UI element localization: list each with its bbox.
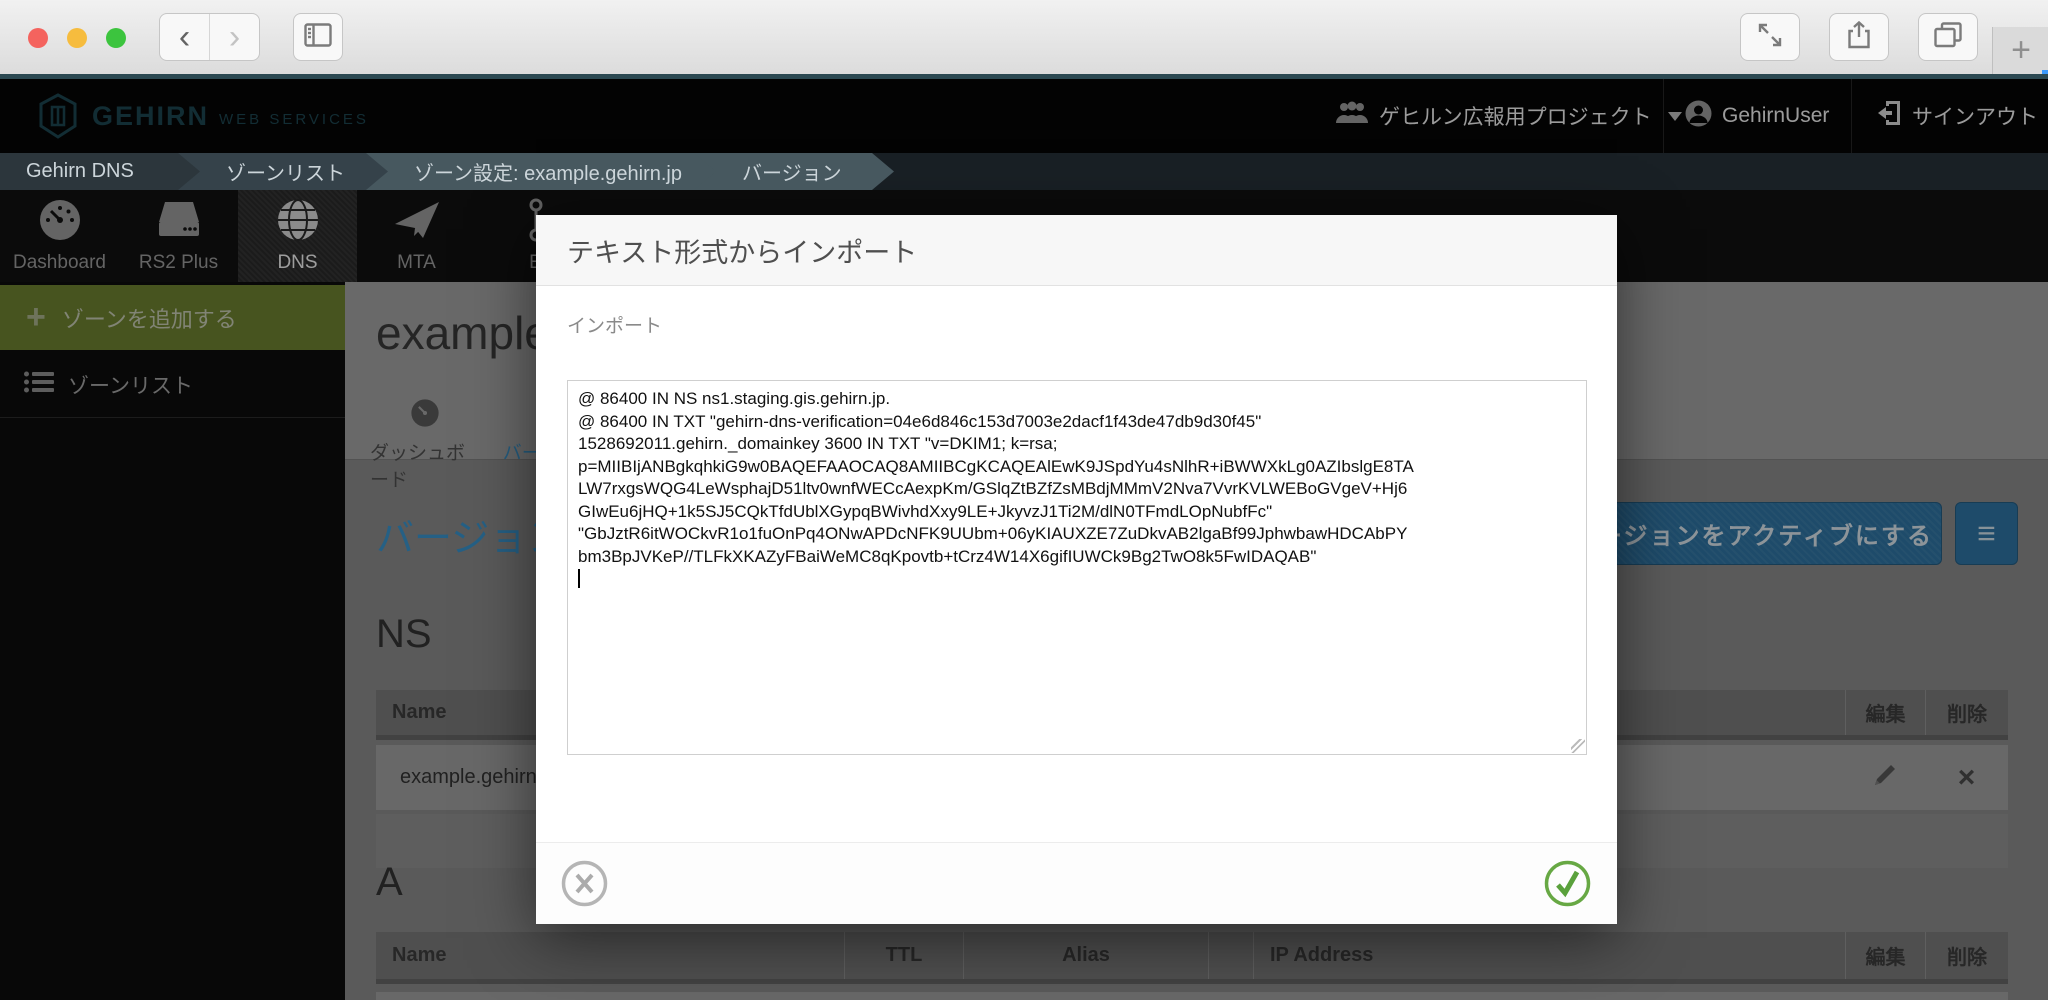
- zoom-window-button[interactable]: [106, 28, 126, 48]
- breadcrumb-item-version[interactable]: バージョン: [694, 153, 894, 190]
- minimize-window-button[interactable]: [67, 28, 87, 48]
- import-text: @ 86400 IN NS ns1.staging.gis.gehirn.jp.…: [578, 389, 1414, 566]
- text-caret: [578, 569, 580, 588]
- browser-toolbar: ‹ › +: [0, 0, 2048, 75]
- breadcrumb-item-zone-settings[interactable]: ゾーン設定: example.gehirn.jp: [366, 153, 716, 190]
- back-button[interactable]: ‹: [160, 14, 209, 60]
- import-modal: テキスト形式からインポート インポート @ 86400 IN NS ns1.st…: [536, 215, 1617, 924]
- modal-title: テキスト形式からインポート: [567, 231, 917, 270]
- circle-check-icon: [1544, 894, 1591, 911]
- tab-overview-button[interactable]: [1918, 13, 1978, 61]
- tabs-icon: [1934, 22, 1962, 53]
- confirm-button[interactable]: [1544, 860, 1591, 907]
- textarea-resize-handle[interactable]: [1571, 739, 1585, 753]
- share-icon: [1847, 21, 1871, 54]
- cancel-button[interactable]: [561, 860, 608, 907]
- breadcrumb-item-zone-list[interactable]: ゾーンリスト: [178, 153, 388, 190]
- sidebar-toggle-icon: [304, 23, 332, 52]
- import-label: インポート: [567, 311, 662, 338]
- sidebar-toggle-button[interactable]: [293, 13, 343, 61]
- share-button[interactable]: [1829, 13, 1889, 61]
- breadcrumb-item-gehirn-dns[interactable]: Gehirn DNS: [0, 153, 200, 190]
- forward-button[interactable]: ›: [209, 14, 259, 60]
- import-textarea[interactable]: @ 86400 IN NS ns1.staging.gis.gehirn.jp.…: [567, 380, 1587, 755]
- modal-footer: [536, 842, 1617, 924]
- new-tab-button[interactable]: +: [1992, 27, 2048, 74]
- modal-header: テキスト形式からインポート: [536, 215, 1617, 286]
- history-nav-group: ‹ ›: [159, 13, 260, 61]
- close-window-button[interactable]: [28, 28, 48, 48]
- screen: ‹ › +: [0, 0, 2048, 1000]
- circle-x-icon: [561, 894, 608, 911]
- fullscreen-button[interactable]: [1740, 13, 1800, 61]
- expand-arrows-icon: [1757, 22, 1783, 53]
